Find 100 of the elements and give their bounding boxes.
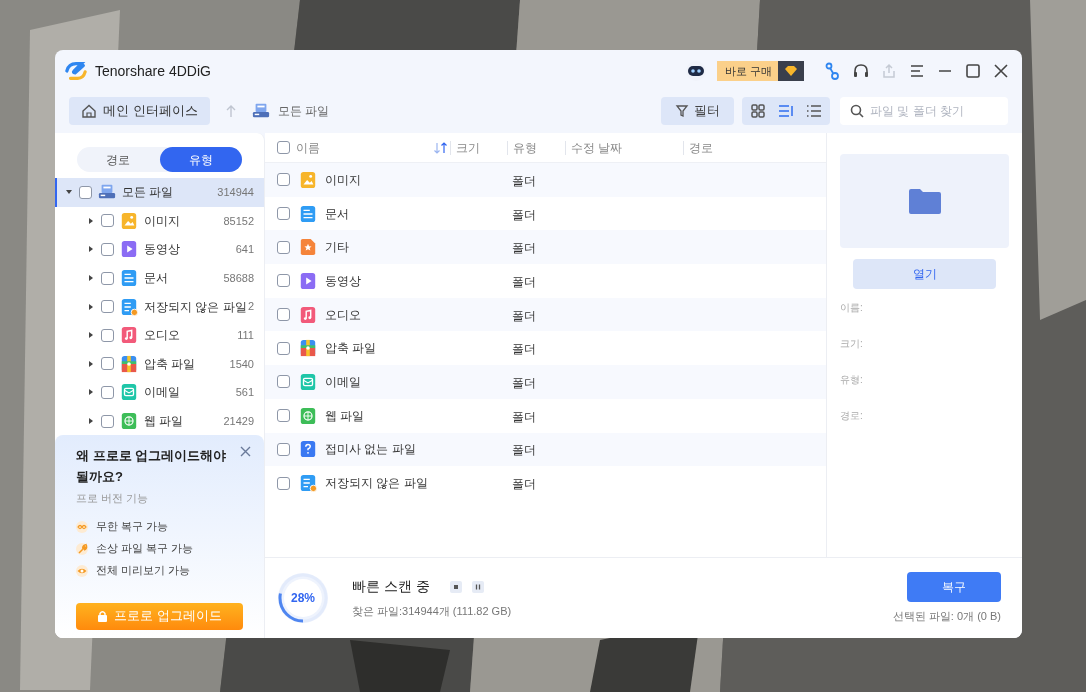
tab[interactable]: 경로 bbox=[77, 147, 160, 172]
promo-title: 왜 프로로 업그레이드해야 될까요? bbox=[76, 447, 228, 486]
table-row[interactable]: 오디오 폴더 bbox=[265, 297, 826, 332]
tab[interactable]: 유형 bbox=[159, 147, 242, 172]
home-button[interactable]: 메인 인터페이스 bbox=[69, 97, 210, 125]
expand-caret-icon[interactable] bbox=[87, 359, 95, 368]
checkbox[interactable] bbox=[101, 271, 114, 285]
tree-item[interactable]: 웹 파일 21429 bbox=[55, 406, 264, 436]
expand-caret-icon[interactable] bbox=[87, 388, 95, 397]
filter-button[interactable]: 필터 bbox=[661, 97, 734, 125]
video-file-icon bbox=[120, 240, 138, 259]
checkbox[interactable] bbox=[101, 300, 114, 314]
column-header[interactable]: 유형 bbox=[513, 138, 537, 157]
file-type: 폴더 bbox=[512, 308, 536, 323]
tree-item[interactable]: 저장되지 않은 파일2 bbox=[55, 292, 264, 321]
lock-icon bbox=[97, 609, 109, 623]
checkbox[interactable] bbox=[101, 385, 114, 399]
sort-icon[interactable] bbox=[433, 140, 448, 155]
drive-icon bbox=[251, 102, 270, 120]
checkbox[interactable] bbox=[277, 375, 290, 389]
window-title: Tenorshare 4DDiG bbox=[95, 61, 211, 81]
checkbox[interactable] bbox=[277, 476, 290, 490]
breadcrumb-item[interactable]: 모든 파일 bbox=[277, 102, 329, 120]
open-button[interactable]: 열기 bbox=[853, 259, 996, 289]
image-file-icon bbox=[299, 170, 317, 189]
expand-caret-icon[interactable] bbox=[87, 274, 95, 283]
field-label: 경로: bbox=[840, 409, 864, 423]
expand-caret-icon[interactable] bbox=[87, 245, 95, 254]
column-header[interactable]: 수정 날짜 bbox=[571, 138, 623, 157]
grid-view-icon[interactable] bbox=[750, 103, 766, 119]
search-field[interactable]: 파일 및 폴더 찾기 bbox=[840, 97, 1008, 125]
checkbox[interactable] bbox=[277, 240, 290, 254]
tree-item[interactable]: 문서 58688 bbox=[55, 263, 264, 293]
selected-files-text: 선택된 파일: 0개 (0 B) bbox=[892, 608, 1001, 624]
field-label: 크기: bbox=[840, 337, 864, 351]
file-type: 폴더 bbox=[512, 342, 536, 357]
checkbox[interactable] bbox=[277, 173, 290, 187]
stop-icon[interactable] bbox=[449, 580, 462, 593]
field-label: 이름: bbox=[840, 301, 864, 315]
checkbox[interactable] bbox=[101, 214, 114, 228]
field-label: 유형: bbox=[840, 373, 864, 387]
expand-caret-icon[interactable] bbox=[87, 417, 95, 426]
maximize-icon[interactable] bbox=[964, 62, 982, 80]
tree-label: 이미지 bbox=[144, 212, 180, 230]
column-header[interactable]: 크기 bbox=[456, 138, 480, 157]
close-icon[interactable] bbox=[992, 62, 1010, 80]
item-count: 58688 bbox=[223, 270, 254, 286]
tree-label: 압축 파일 bbox=[144, 355, 196, 373]
table-row[interactable]: 이미지 폴더 bbox=[265, 163, 826, 197]
tree-item[interactable]: 이미지 85152 bbox=[55, 206, 264, 236]
checkbox[interactable] bbox=[277, 141, 290, 154]
menu-icon[interactable] bbox=[908, 62, 926, 80]
document-clock-icon bbox=[120, 297, 138, 316]
checkbox[interactable] bbox=[101, 414, 114, 428]
checkbox[interactable] bbox=[277, 409, 290, 423]
column-header[interactable]: 경로 bbox=[689, 138, 713, 157]
expand-caret-icon[interactable] bbox=[87, 302, 95, 311]
expand-caret-icon[interactable] bbox=[87, 331, 95, 340]
checkbox[interactable] bbox=[277, 308, 290, 322]
mail-file-icon bbox=[299, 372, 317, 391]
recover-button[interactable]: 복구 bbox=[907, 571, 1001, 602]
checkbox[interactable] bbox=[277, 207, 290, 221]
table-row[interactable]: 이메일 폴더 bbox=[265, 365, 826, 399]
checkbox[interactable] bbox=[277, 442, 290, 456]
column-header[interactable]: 이름 bbox=[296, 138, 320, 157]
tree-label: 웹 파일 bbox=[144, 413, 184, 431]
checkbox[interactable] bbox=[277, 274, 290, 288]
tree-item[interactable]: 이메일 561 bbox=[55, 378, 264, 407]
checkbox[interactable] bbox=[101, 357, 114, 371]
tree-item[interactable]: 모든 파일 314944 bbox=[55, 178, 264, 207]
checkbox[interactable] bbox=[79, 185, 92, 199]
pause-icon[interactable] bbox=[471, 580, 484, 593]
expand-caret-icon[interactable] bbox=[87, 216, 95, 225]
item-count: 1540 bbox=[229, 356, 254, 372]
item-count: 2 bbox=[247, 299, 254, 315]
file-type: 폴더 bbox=[512, 375, 536, 390]
table-row[interactable]: 기타 폴더 bbox=[265, 230, 826, 265]
tree-item[interactable]: 오디오 111 bbox=[55, 320, 264, 350]
detail-view-icon[interactable] bbox=[778, 103, 794, 119]
document-icon bbox=[299, 204, 317, 223]
infinity-icon bbox=[76, 520, 88, 533]
file-type: 폴더 bbox=[512, 207, 536, 222]
tree-item[interactable]: 동영상 641 bbox=[55, 235, 264, 264]
file-type: 폴더 bbox=[512, 173, 536, 188]
table-row[interactable]: 접미사 없는 파일 폴더 bbox=[265, 432, 826, 467]
headset-icon[interactable] bbox=[852, 62, 870, 80]
item-count: 21429 bbox=[223, 413, 254, 429]
checkbox[interactable] bbox=[101, 328, 114, 342]
buy-button[interactable]: 바로 구매 bbox=[716, 61, 804, 81]
checkbox[interactable] bbox=[277, 341, 290, 355]
list-view-icon[interactable] bbox=[806, 103, 822, 119]
file-name: 문서 bbox=[325, 205, 349, 223]
tree-item[interactable]: 압축 파일 1540 bbox=[55, 349, 264, 379]
share-icon[interactable] bbox=[880, 62, 898, 80]
found-files-text: 찾은 파일:314944개 (111.82 GB) bbox=[352, 604, 512, 620]
checkbox[interactable] bbox=[101, 243, 114, 256]
tree-label: 모든 파일 bbox=[122, 184, 174, 202]
promo-subtitle: 프로 버전 기능 bbox=[76, 491, 150, 506]
item-count: 641 bbox=[235, 242, 254, 258]
image-file-icon bbox=[120, 211, 138, 230]
